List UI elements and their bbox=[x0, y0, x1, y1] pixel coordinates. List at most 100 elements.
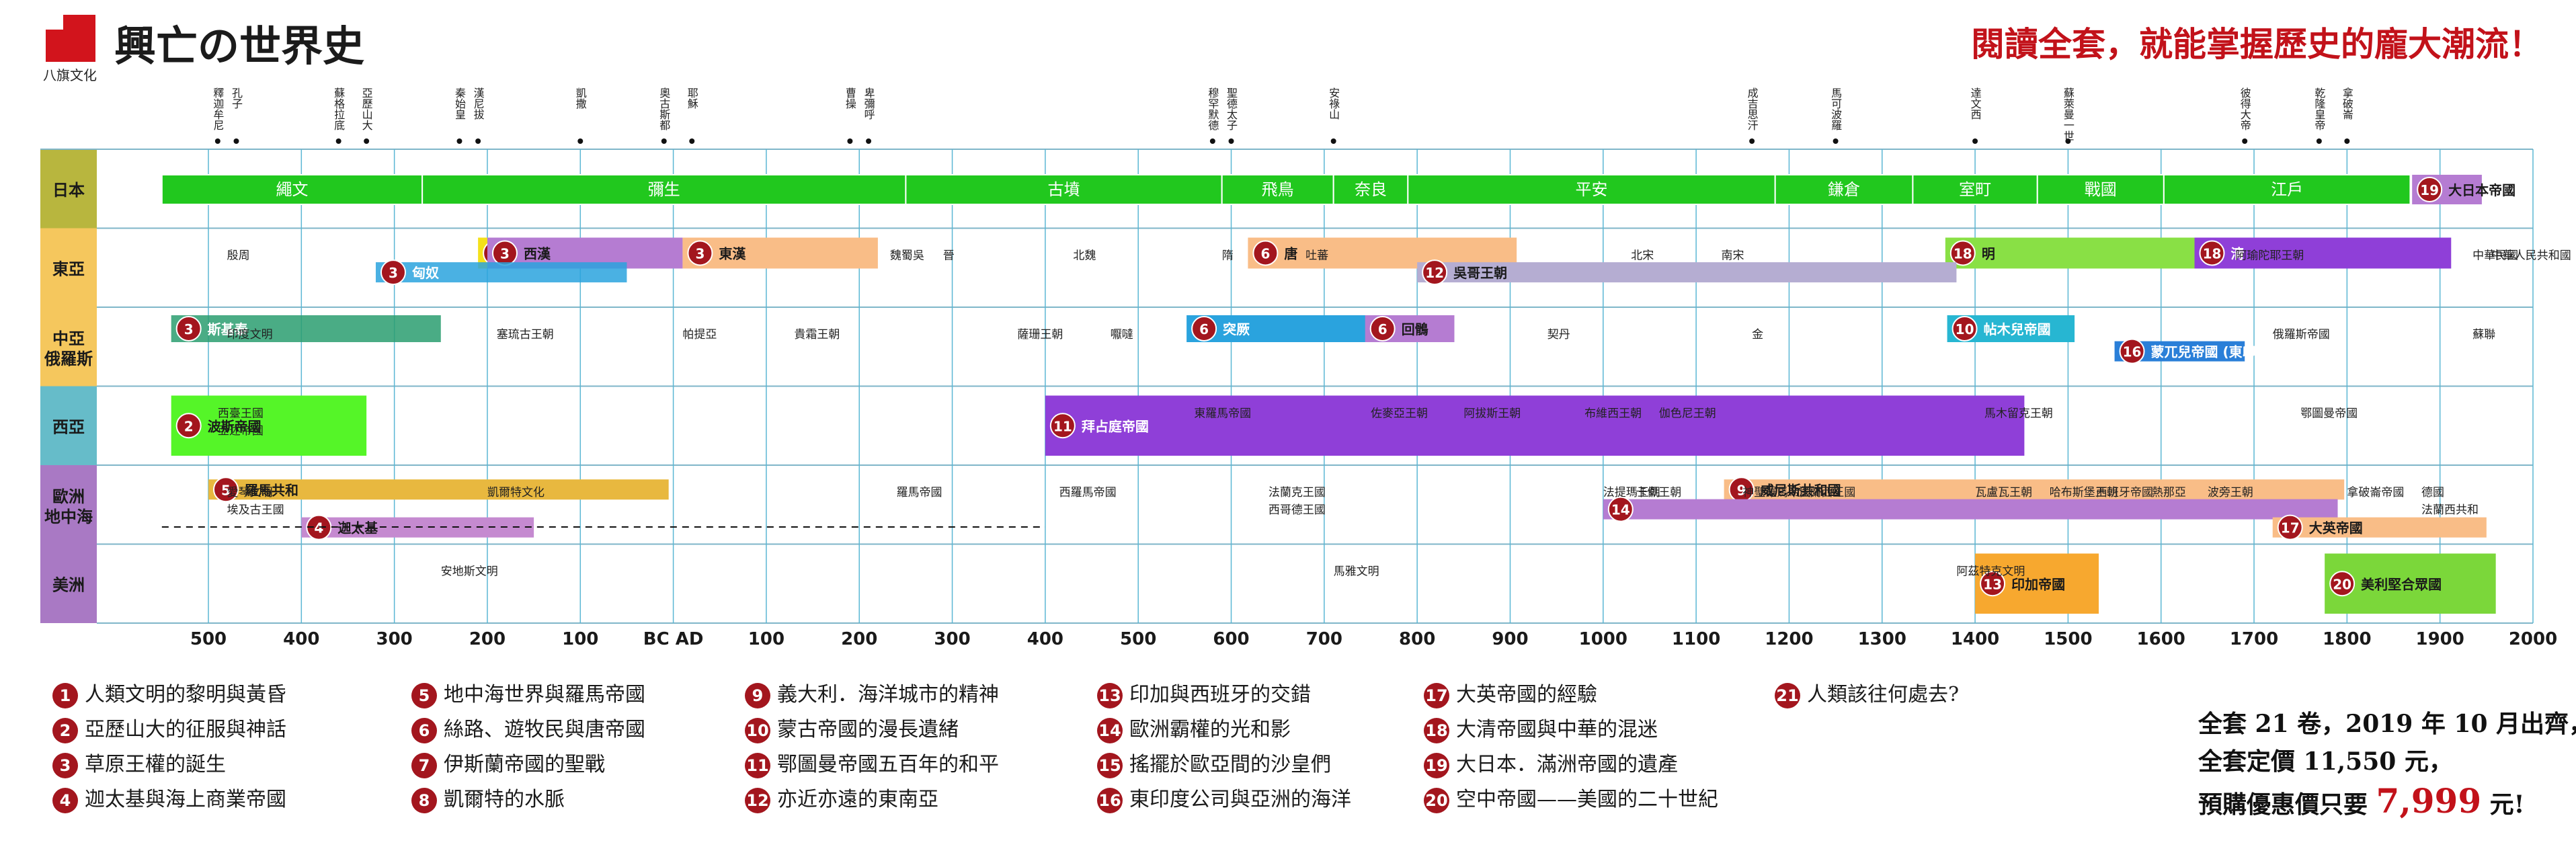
region-label-text: 魏蜀吳 bbox=[890, 249, 924, 263]
bar-label: 印加帝國 bbox=[2011, 576, 2065, 592]
region-label: 歐洲 bbox=[52, 487, 85, 506]
volume-badge-number: 17 bbox=[2281, 520, 2300, 536]
axis-tick-label: 100 bbox=[562, 629, 598, 649]
region-label: 西亞 bbox=[52, 417, 85, 436]
region-label-text: 凱爾特文化 bbox=[487, 486, 545, 499]
region-label-text: 阿茲特克文明 bbox=[1956, 565, 2025, 579]
axis-tick-label: 1200 bbox=[1765, 629, 1813, 649]
axis-tick-label: 1900 bbox=[2415, 629, 2464, 649]
region-label-text: 亞述帝國 bbox=[218, 425, 264, 438]
legend-text: 空中帝國——美國的二十世紀 bbox=[1456, 788, 1718, 811]
bar-group: 19 大日本帝國 bbox=[2412, 175, 2515, 204]
person-name: 蘇萊曼一世 bbox=[2062, 87, 2075, 141]
legend-number-badge: 11 bbox=[745, 753, 770, 778]
region-label-text: 東羅馬帝國 bbox=[1194, 407, 1251, 421]
legend-number-badge: 15 bbox=[1097, 753, 1123, 778]
legend-number-badge: 7 bbox=[411, 753, 437, 778]
region-label-text: 愛琴文明 bbox=[227, 486, 273, 499]
person-name: 耶穌 bbox=[686, 87, 698, 109]
axis-tick-label: 500 bbox=[1120, 629, 1156, 649]
bar-group: 3 匈奴 bbox=[375, 259, 627, 286]
legend-text: 東印度公司與亞洲的海洋 bbox=[1129, 788, 1351, 811]
legend-number-badge: 20 bbox=[1424, 788, 1449, 813]
promo-line-2: 全套定價 11,550 元， bbox=[2198, 747, 2453, 776]
volume-badge-number: 6 bbox=[1199, 321, 1209, 337]
legend-text: 歐洲霸權的光和影 bbox=[1129, 718, 1291, 741]
timeline-bar bbox=[1603, 499, 2338, 520]
axis-tick-label: 1800 bbox=[2323, 629, 2371, 649]
legend-item: 17 大英帝國的經驗 bbox=[1424, 678, 1597, 708]
volume-badge-number: 6 bbox=[1260, 246, 1270, 262]
legend-number-badge: 1 bbox=[52, 683, 78, 708]
legend-text: 義大利．海洋城市的精神 bbox=[777, 683, 999, 706]
person-name: 蘇格拉底 bbox=[332, 87, 345, 131]
legend-text: 蒙古帝國的漫長遺緒 bbox=[777, 718, 959, 741]
legend-number-badge: 5 bbox=[411, 683, 437, 708]
region-label-text: 德國 bbox=[2421, 486, 2444, 499]
legend-text: 亦近亦遠的東南亞 bbox=[777, 788, 938, 811]
legend-text: 大英帝國的經驗 bbox=[1456, 683, 1597, 706]
legend-text: 大日本．滿洲帝國的遺產 bbox=[1456, 753, 1678, 776]
legend-text: 凱爾特的水脈 bbox=[444, 788, 565, 811]
person-marker bbox=[1330, 138, 1336, 144]
bar-group: 5 羅馬共和 bbox=[208, 477, 669, 503]
person-marker bbox=[1228, 138, 1234, 144]
timeline-bar bbox=[2272, 517, 2487, 538]
promo-line-3: 預購優惠價只要 7,999 元! bbox=[2198, 781, 2524, 821]
legend-text: 迦太基與海上商業帝國 bbox=[85, 788, 286, 811]
volume-badge-number: 18 bbox=[2203, 246, 2222, 262]
region-label-text: 西臺王國 bbox=[218, 407, 264, 421]
region-label-text: 佐麥亞王朝 bbox=[1371, 407, 1428, 421]
region-label: 俄羅斯 bbox=[44, 350, 93, 368]
axis-tick-label: 800 bbox=[1399, 629, 1435, 649]
person-marker bbox=[689, 138, 695, 144]
person-name: 凱撒 bbox=[574, 87, 587, 110]
region-label: 地中海 bbox=[44, 507, 93, 526]
volume-badge-number: 3 bbox=[695, 246, 705, 262]
axis-tick-label: 400 bbox=[283, 629, 319, 649]
region-label-text: 鄂圖曼帝國 bbox=[2300, 407, 2358, 421]
legend-text: 印加與西班牙的交錯 bbox=[1129, 683, 1311, 706]
person-name: 漢尼拔 bbox=[472, 87, 485, 120]
bar-group: 12 吳哥王朝 bbox=[1417, 259, 1957, 286]
region-label-text: 馬木留克王朝 bbox=[1984, 407, 2053, 421]
region-label-text: 契丹 bbox=[1547, 328, 1570, 341]
person-name: 奧古斯都 bbox=[657, 87, 670, 130]
legend-number-badge: 14 bbox=[1097, 718, 1123, 743]
legend-number-badge: 16 bbox=[1097, 788, 1123, 813]
person-name: 秦始皇 bbox=[453, 87, 466, 120]
person-marker bbox=[214, 138, 220, 144]
axis-tick-label: 1500 bbox=[2044, 629, 2092, 649]
japan-period-label: 江戶 bbox=[2271, 180, 2303, 199]
region-label-text: 羅馬帝國 bbox=[897, 486, 942, 499]
region-label-text: 薩珊王朝 bbox=[1017, 328, 1063, 341]
person-name: 聖德太子 bbox=[1225, 87, 1238, 130]
person-name: 卑彌呼 bbox=[862, 87, 875, 120]
legend-item: 14 歐洲霸權的光和影 bbox=[1097, 712, 1291, 743]
volume-badge-number: 3 bbox=[500, 246, 510, 262]
person-marker bbox=[335, 138, 341, 144]
person-marker bbox=[233, 138, 239, 144]
bar-label: 唐 bbox=[1284, 246, 1297, 262]
legend-text: 亞歷山大的征服與神話 bbox=[85, 718, 286, 741]
region-label-text: 南宋 bbox=[1721, 249, 1744, 263]
region-label-text: 帕提亞 bbox=[682, 328, 717, 341]
legend-number-badge: 9 bbox=[745, 683, 770, 708]
person-marker bbox=[1972, 138, 1978, 144]
person-marker bbox=[475, 138, 481, 144]
axis-tick-label: 1000 bbox=[1579, 629, 1627, 649]
volume-badge-number: 6 bbox=[1378, 321, 1387, 337]
region-label-text: 嚈噠 bbox=[1111, 328, 1133, 341]
bar-group: 2 波斯帝國 bbox=[171, 395, 367, 456]
legend-number-badge: 6 bbox=[411, 718, 437, 743]
world-history-timeline: 日本東亞中亞俄羅斯西亞歐洲地中海美洲 500 400 300 200 100 BC AD 10… bbox=[40, 87, 2571, 649]
axis-tick-label: BC AD bbox=[643, 629, 704, 649]
volume-badge-number: 19 bbox=[2420, 182, 2439, 198]
bar-group: 11 拜占庭帝國 bbox=[1045, 395, 2025, 456]
bar-label: 回鶻 bbox=[1402, 321, 1428, 337]
legend-number-badge: 21 bbox=[1775, 683, 1800, 708]
legend-text: 鄂圖曼帝國五百年的和平 bbox=[777, 753, 999, 776]
region-label-text: 安地斯文明 bbox=[441, 565, 498, 579]
japan-period-label: 平安 bbox=[1576, 180, 1608, 199]
legend-item: 5 地中海世界與羅馬帝國 bbox=[411, 678, 645, 708]
